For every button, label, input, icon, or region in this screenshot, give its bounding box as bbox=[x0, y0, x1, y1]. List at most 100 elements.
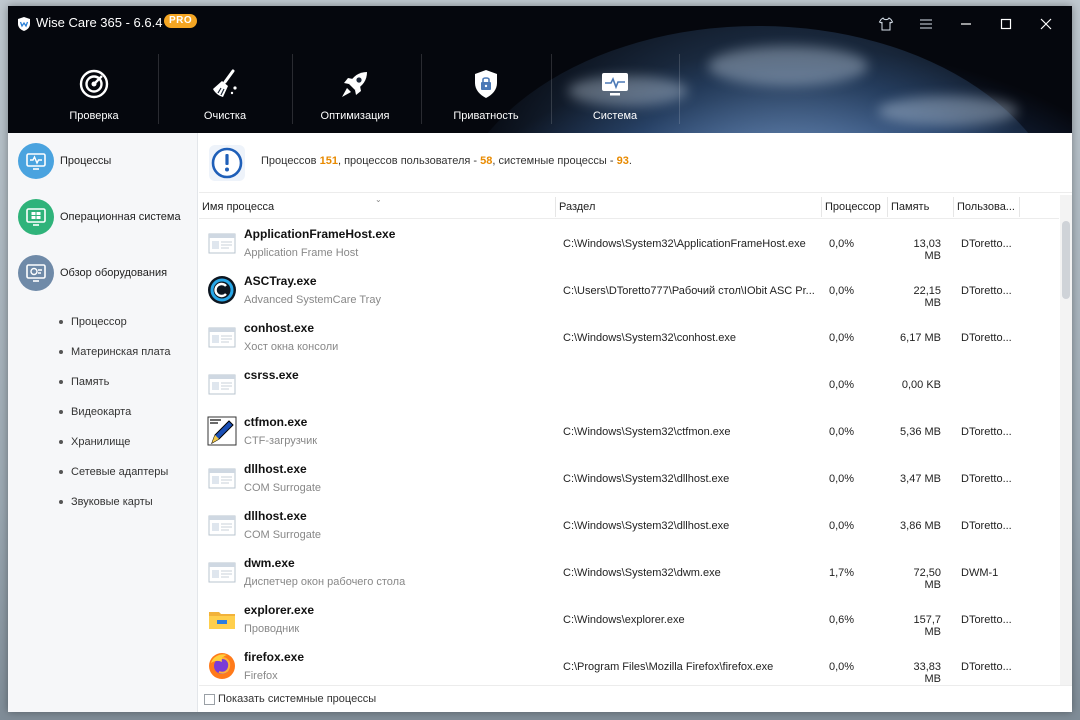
column-header-cpu[interactable]: Процессор bbox=[825, 201, 881, 213]
process-path: C:\Program Files\Mozilla Firefox\firefox… bbox=[563, 661, 774, 673]
process-memory: 5,36 MB bbox=[900, 426, 941, 438]
nav-item-cleanup[interactable]: Очистка bbox=[161, 40, 289, 133]
process-user: DToretto... bbox=[961, 614, 1012, 626]
process-user: DToretto... bbox=[961, 332, 1012, 344]
close-button[interactable] bbox=[1036, 14, 1056, 34]
nav-item-system[interactable]: Система bbox=[551, 40, 679, 133]
column-header-path[interactable]: Раздел bbox=[559, 201, 595, 213]
table-row[interactable]: dwm.exe Диспетчер окон рабочего стола C:\W… bbox=[199, 549, 1059, 596]
process-name: firefox.exe bbox=[244, 650, 305, 664]
process-description: Проводник bbox=[244, 623, 300, 635]
nav-item-check[interactable]: Проверка bbox=[30, 40, 158, 133]
footer: Показать системные процессы bbox=[199, 685, 1072, 712]
menu-button[interactable] bbox=[916, 14, 936, 34]
sidebar-subitem-gpu[interactable]: Видеокарта bbox=[59, 403, 131, 421]
sidebar-item-hardware[interactable]: Обзор оборудования bbox=[18, 255, 194, 291]
column-header-name[interactable]: Имя процесса bbox=[202, 201, 274, 213]
sidebar-item-processes[interactable]: Процессы bbox=[18, 143, 194, 179]
process-cpu: 0,0% bbox=[829, 332, 855, 344]
process-name: ctfmon.exe bbox=[244, 415, 308, 429]
process-description: CTF-загрузчик bbox=[244, 435, 318, 447]
pro-badge: PRO bbox=[164, 14, 198, 28]
maximize-button[interactable] bbox=[996, 14, 1016, 34]
sidebar: Процессы Операционная система Обзор обор… bbox=[8, 133, 198, 712]
window-icon bbox=[207, 369, 237, 399]
table-row[interactable]: explorer.exe Проводник C:\Windows\explorer… bbox=[199, 596, 1059, 643]
process-user: DToretto... bbox=[961, 520, 1012, 532]
process-user: DToretto... bbox=[961, 473, 1012, 485]
process-path: C:\Windows\System32\ApplicationFrameHost… bbox=[563, 238, 806, 250]
process-description: Firefox bbox=[244, 670, 278, 682]
process-name: explorer.exe bbox=[244, 603, 315, 617]
process-description: COM Surrogate bbox=[244, 482, 322, 494]
show-system-processes-label[interactable]: Показать системные процессы bbox=[218, 693, 376, 705]
header: Wise Care 365 - 6.6.4 PRO Проверка Очист… bbox=[8, 6, 1072, 133]
process-path: C:\Users\DToretto777\Рабочий стол\IObit … bbox=[563, 285, 815, 297]
skin-button[interactable] bbox=[876, 14, 896, 34]
process-description: Advanced SystemCare Tray bbox=[244, 294, 381, 306]
total-process-count: 151 bbox=[319, 155, 338, 167]
table-row[interactable]: ApplicationFrameHost.exe Application Fram… bbox=[199, 220, 1059, 267]
process-path: C:\Windows\System32\dwm.exe bbox=[563, 567, 721, 579]
asc-icon bbox=[207, 275, 237, 305]
scrollbar-thumb[interactable] bbox=[1062, 221, 1070, 299]
sidebar-subitem-network[interactable]: Сетевые адаптеры bbox=[59, 463, 168, 481]
table-row[interactable]: csrss.exe 0,0% 0,00 KB bbox=[199, 361, 1059, 408]
nav-label: Приватность bbox=[453, 110, 519, 122]
column-header-memory[interactable]: Память bbox=[891, 201, 929, 213]
process-cpu: 0,0% bbox=[829, 473, 855, 485]
sidebar-item-label: Процессы bbox=[60, 155, 112, 167]
process-name: dllhost.exe bbox=[244, 462, 307, 476]
table-row[interactable]: dllhost.exe COM Surrogate C:\Windows\Syste… bbox=[199, 455, 1059, 502]
process-path: C:\Windows\System32\ctfmon.exe bbox=[563, 426, 731, 438]
process-user: DToretto... bbox=[961, 285, 1012, 297]
process-cpu: 0,0% bbox=[829, 238, 855, 250]
table-row[interactable]: conhost.exe Хост окна консоли C:\Windows\S… bbox=[199, 314, 1059, 361]
sidebar-subitem-motherboard[interactable]: Материнская плата bbox=[59, 343, 171, 361]
sidebar-subitem-cpu[interactable]: Процессор bbox=[59, 313, 127, 331]
process-memory: 0,00 KB bbox=[901, 379, 941, 391]
process-memory: 6,17 MB bbox=[900, 332, 941, 344]
window-icon bbox=[207, 557, 237, 587]
minimize-button[interactable] bbox=[956, 14, 976, 34]
process-name: ApplicationFrameHost.exe bbox=[244, 227, 396, 241]
table-row[interactable]: dllhost.exe COM Surrogate C:\Windows\Syste… bbox=[199, 502, 1059, 549]
process-name: csrss.exe bbox=[244, 368, 299, 382]
process-cpu: 0,0% bbox=[829, 379, 855, 391]
nav-label: Оптимизация bbox=[320, 110, 390, 122]
nav-item-privacy[interactable]: Приватность bbox=[422, 40, 550, 133]
process-name: dwm.exe bbox=[244, 556, 295, 570]
show-system-processes-checkbox[interactable] bbox=[204, 694, 215, 705]
process-cpu: 0,0% bbox=[829, 426, 855, 438]
sidebar-subitem-memory[interactable]: Память bbox=[59, 373, 109, 391]
nav-label: Система bbox=[592, 110, 638, 122]
process-description: COM Surrogate bbox=[244, 529, 322, 541]
process-memory: 72,50 MB bbox=[913, 567, 941, 591]
maximize-icon bbox=[1000, 18, 1012, 30]
nav-label: Очистка bbox=[203, 110, 247, 122]
table-row[interactable]: ASCTray.exe Advanced SystemCare Tray C:\Us… bbox=[199, 267, 1059, 314]
column-header-user[interactable]: Пользова... bbox=[957, 201, 1015, 213]
close-icon bbox=[1040, 18, 1052, 30]
table-row[interactable]: firefox.exe Firefox C:\Program Files\Mozil… bbox=[199, 643, 1059, 690]
title-bar: Wise Care 365 - 6.6.4 PRO bbox=[8, 6, 1072, 40]
menu-icon bbox=[920, 19, 932, 29]
process-user: DToretto... bbox=[961, 426, 1012, 438]
process-name: conhost.exe bbox=[244, 321, 315, 335]
sidebar-subitem-storage[interactable]: Хранилище bbox=[59, 433, 130, 451]
process-memory: 3,47 MB bbox=[900, 473, 941, 485]
process-path: C:\Windows\System32\dllhost.exe bbox=[563, 473, 730, 485]
system-process-count: 93 bbox=[616, 155, 629, 167]
sidebar-item-os[interactable]: Операционная система bbox=[18, 199, 194, 235]
process-description: Диспетчер окон рабочего стола bbox=[244, 576, 406, 588]
sidebar-item-label: Операционная система bbox=[60, 211, 181, 223]
table-header: ⌄ Имя процесса Раздел Процессор Память П… bbox=[199, 195, 1059, 219]
rocket-icon bbox=[342, 72, 367, 97]
table-row[interactable]: ctfmon.exe CTF-загрузчик C:\Windows\System… bbox=[199, 408, 1059, 455]
main-nav: Проверка Очистка Оптимизация Приватность… bbox=[8, 40, 1072, 133]
sidebar-subitem-sound[interactable]: Звуковые карты bbox=[59, 493, 153, 511]
process-cpu: 0,0% bbox=[829, 285, 855, 297]
vertical-scrollbar[interactable] bbox=[1060, 195, 1072, 685]
user-process-count: 58 bbox=[480, 155, 493, 167]
nav-item-optimize[interactable]: Оптимизация bbox=[291, 40, 419, 133]
